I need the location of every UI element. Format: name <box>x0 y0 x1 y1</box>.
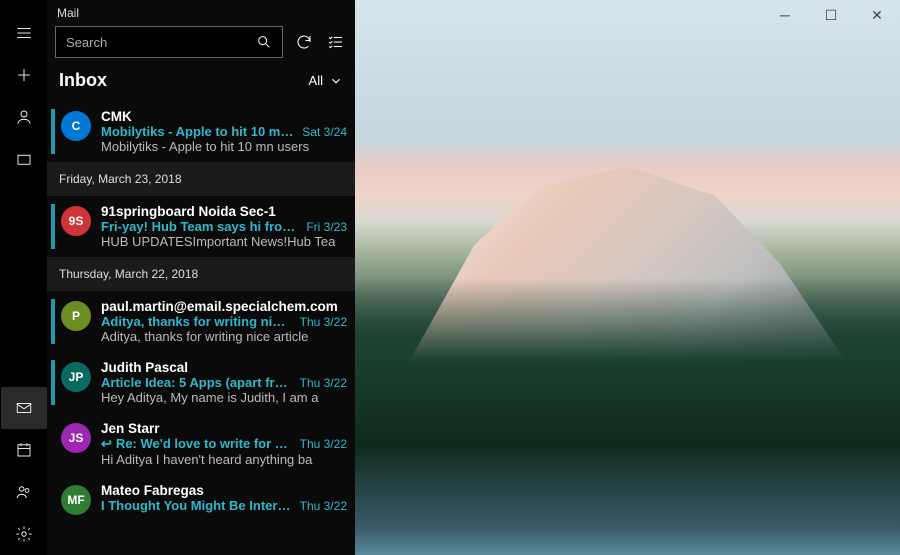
avatar: P <box>61 301 91 331</box>
plus-icon <box>15 66 33 84</box>
person-icon <box>15 108 33 126</box>
preview-text: Mobilytiks - Apple to hit 10 mn users <box>101 139 347 154</box>
minimize-button[interactable]: ─ <box>762 0 808 30</box>
unread-accent <box>51 483 55 515</box>
date-separator: Thursday, March 22, 2018 <box>47 257 355 291</box>
window-controls: ─ ☐ ✕ <box>762 0 900 30</box>
search-row <box>47 24 355 66</box>
message-content: CMKMobilytiks - Apple to hit 10 mn users… <box>101 109 347 154</box>
message-date: Thu 3/22 <box>300 315 347 329</box>
message-date: Fri 3/23 <box>306 220 347 234</box>
people-nav-button[interactable] <box>1 471 47 513</box>
close-button[interactable]: ✕ <box>854 0 900 30</box>
preview-text: Hey Aditya, My name is Judith, I am a <box>101 390 347 405</box>
subject: ↩Re: We'd love to write for you (3) <box>101 436 292 452</box>
subject: Fri-yay! Hub Team says hi from Goa! <box>101 219 298 234</box>
filter-label: All <box>309 73 323 88</box>
new-mail-button[interactable] <box>1 54 47 96</box>
sync-button[interactable] <box>293 31 315 53</box>
message-item[interactable]: JP Judith PascalArticle Idea: 5 Apps (apa… <box>47 352 355 413</box>
sender-name: CMK <box>101 109 347 124</box>
selection-mode-button[interactable] <box>325 31 347 53</box>
left-rail <box>0 0 47 555</box>
list-check-icon <box>327 33 345 51</box>
maximize-button[interactable]: ☐ <box>808 0 854 30</box>
calendar-icon <box>15 441 33 459</box>
account-button[interactable] <box>1 96 47 138</box>
sender-name: Judith Pascal <box>101 360 347 375</box>
subject: Article Idea: 5 Apps (apart from Link <box>101 375 292 390</box>
preview-text: Aditya, thanks for writing nice article <box>101 329 347 344</box>
message-content: 91springboard Noida Sec-1Fri-yay! Hub Te… <box>101 204 347 249</box>
search-icon <box>256 34 272 50</box>
sender-name: Jen Starr <box>101 421 347 436</box>
hamburger-icon <box>15 24 33 42</box>
mail-nav-button[interactable] <box>1 387 47 429</box>
unread-accent <box>51 109 55 154</box>
preview-text: HUB UPDATESImportant News!Hub Tea <box>101 234 347 249</box>
preview-text: Hi Aditya I haven't heard anything ba <box>101 452 347 467</box>
window-title: Mail <box>47 0 355 24</box>
chevron-down-icon <box>329 74 343 88</box>
message-item[interactable]: JS Jen Starr↩Re: We'd love to write for y… <box>47 413 355 475</box>
mail-app: Mail Inbox All CCMKMobilytiks - Apple to… <box>0 0 900 555</box>
subject: Aditya, thanks for writing nice article <box>101 314 292 329</box>
avatar: C <box>61 111 91 141</box>
message-item[interactable]: MF Mateo FabregasI Thought You Might Be I… <box>47 475 355 523</box>
avatar: MF <box>61 485 91 515</box>
avatar: JP <box>61 362 91 392</box>
message-content: Judith PascalArticle Idea: 5 Apps (apart… <box>101 360 347 405</box>
avatar: JS <box>61 423 91 453</box>
message-date: Thu 3/22 <box>300 499 347 513</box>
search-box[interactable] <box>55 26 283 58</box>
message-content: paul.martin@email.specialchem.comAditya,… <box>101 299 347 344</box>
filter-dropdown[interactable]: All <box>309 73 343 88</box>
unread-accent <box>51 421 55 467</box>
inbox-header: Inbox All <box>47 66 355 101</box>
message-list-panel: Mail Inbox All CCMKMobilytiks - Apple to… <box>47 0 355 555</box>
message-list[interactable]: CCMKMobilytiks - Apple to hit 10 mn user… <box>47 101 355 555</box>
background-trees <box>355 278 900 555</box>
unread-accent <box>51 204 55 249</box>
message-item[interactable]: Ppaul.martin@email.specialchem.comAditya… <box>47 291 355 352</box>
message-content: Jen Starr↩Re: We'd love to write for you… <box>101 421 347 467</box>
hamburger-button[interactable] <box>1 12 47 54</box>
subject: I Thought You Might Be Interested In <box>101 498 292 513</box>
message-date: Thu 3/22 <box>300 437 347 451</box>
message-date: Sat 3/24 <box>302 125 347 139</box>
sender-name: paul.martin@email.specialchem.com <box>101 299 347 314</box>
unread-accent <box>51 360 55 405</box>
calendar-nav-button[interactable] <box>1 429 47 471</box>
refresh-icon <box>295 33 313 51</box>
message-content: Mateo FabregasI Thought You Might Be Int… <box>101 483 347 513</box>
people-icon <box>15 483 33 501</box>
message-item[interactable]: 9S 91springboard Noida Sec-1Fri-yay! Hub … <box>47 196 355 257</box>
reply-icon: ↩ <box>101 436 112 451</box>
folder-button[interactable] <box>1 138 47 180</box>
reading-pane: ─ ☐ ✕ <box>355 0 900 555</box>
folder-heading: Inbox <box>59 70 107 91</box>
folder-icon <box>15 150 33 168</box>
sender-name: 91springboard Noida Sec-1 <box>101 204 347 219</box>
unread-accent <box>51 299 55 344</box>
avatar: 9S <box>61 206 91 236</box>
subject: Mobilytiks - Apple to hit 10 mn users <box>101 124 294 139</box>
search-input[interactable] <box>66 35 256 50</box>
sender-name: Mateo Fabregas <box>101 483 347 498</box>
message-item[interactable]: CCMKMobilytiks - Apple to hit 10 mn user… <box>47 101 355 162</box>
mail-icon <box>15 399 33 417</box>
settings-button[interactable] <box>1 513 47 555</box>
date-separator: Friday, March 23, 2018 <box>47 162 355 196</box>
gear-icon <box>15 525 33 543</box>
message-date: Thu 3/22 <box>300 376 347 390</box>
